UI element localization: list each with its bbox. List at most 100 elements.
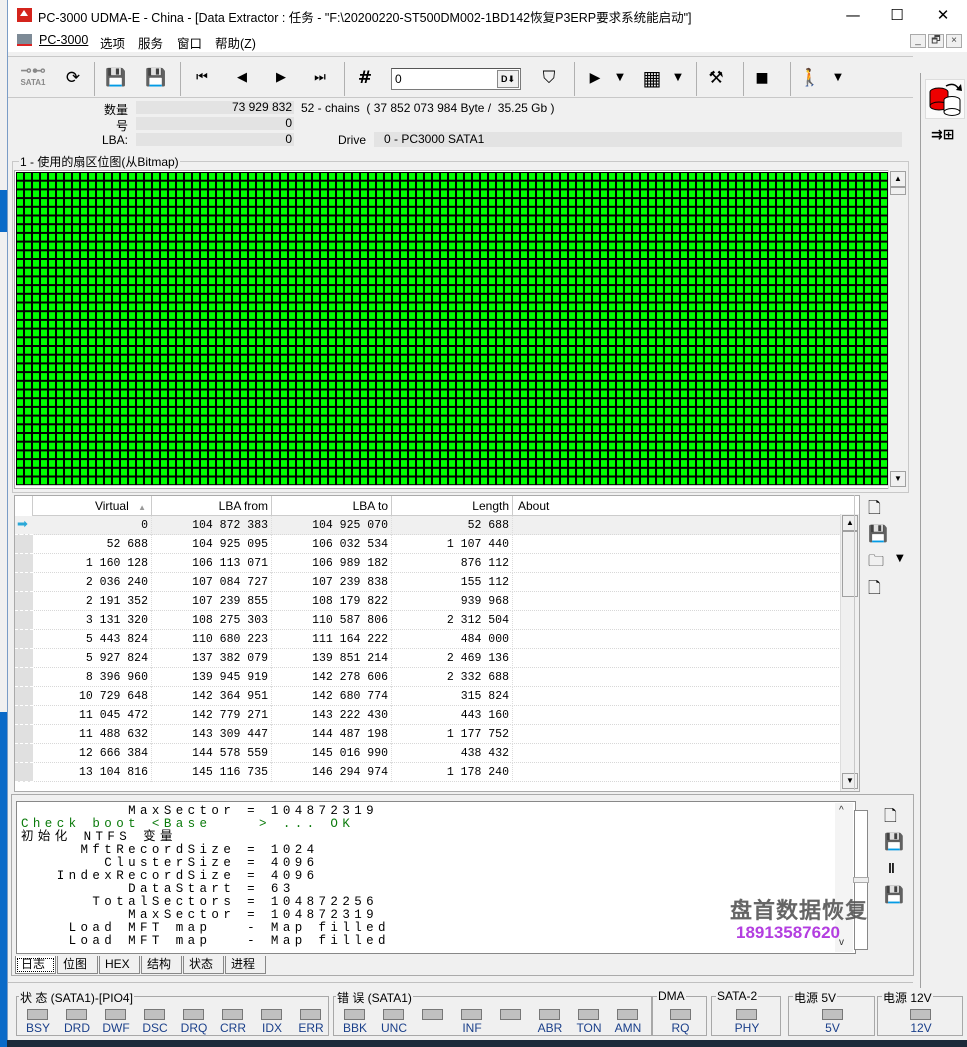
sector-input-field[interactable] [392,69,496,89]
tab-hex[interactable]: HEX [99,956,140,974]
col-virtual[interactable]: Virtual ▲ [33,496,152,516]
menu-help[interactable]: 帮助(Z) [215,33,256,52]
tools-icon[interactable]: ⚒ [704,63,728,93]
log-save-icon[interactable]: 💾 [884,832,904,852]
table-row[interactable]: 8 396 960 139 945 919 142 278 606 2 332 688 [15,668,859,687]
col-lba-to[interactable]: LBA to [272,496,392,516]
table-row[interactable]: 11 488 632 143 309 447 144 487 198 1 177 75… [15,725,859,744]
filter-icon[interactable]: ⛉ [536,63,562,93]
log-scroll-up[interactable]: ^ [839,805,844,816]
close-button[interactable]: ✕ [920,0,966,30]
exit-icon[interactable]: 🚶 [798,63,822,93]
refresh-icon[interactable]: ⟳ [61,63,85,93]
bitmap-cell [865,416,871,424]
bitmap-cell [521,207,527,215]
menu-options[interactable]: 选项 [100,33,125,52]
table-scroll-thumb[interactable] [842,531,858,597]
mdi-minimize-button[interactable]: _ [910,34,926,48]
save-export-icon[interactable]: 💾 [104,63,128,93]
bitmap-scroll-thumb[interactable] [890,187,906,195]
tab-process[interactable]: 进程 [225,956,266,974]
sector-input[interactable]: D⬇ [391,68,521,90]
grid-dropdown-icon[interactable]: ▼ [670,63,686,93]
open-dropdown-icon[interactable]: ▼ [896,553,904,564]
row-header[interactable] [15,706,33,725]
row-header[interactable] [15,554,33,573]
prev-icon[interactable]: ◀ [230,63,254,93]
row-header[interactable] [15,573,33,592]
log-export-icon[interactable]: 💾 [884,885,904,905]
col-about[interactable]: About [513,496,837,516]
new-document-icon[interactable]: 🗋 [868,577,881,604]
table-row[interactable]: 1 160 128 106 113 071 106 989 182 876 112 [15,554,859,573]
sata-connect-button[interactable]: ⊸⊷ SATA1 [17,62,49,88]
row-header[interactable] [15,668,33,687]
table-row[interactable]: ➡ 0 104 872 383 104 925 070 52 688 [15,516,859,535]
row-header[interactable] [15,744,33,763]
log-level-thumb[interactable] [853,877,869,883]
table-row[interactable]: 2 036 240 107 084 727 107 239 838 155 112 [15,573,859,592]
table-scrollbar[interactable]: ▲ ▼ [840,514,859,791]
table-scroll-up[interactable]: ▲ [842,515,858,531]
tab-structure[interactable]: 结构 [141,956,182,974]
table-row[interactable]: 5 443 824 110 680 223 111 164 222 484 000 [15,630,859,649]
table-scroll-down[interactable]: ▼ [842,773,858,789]
col-length[interactable]: Length [392,496,513,516]
row-header[interactable] [15,763,33,782]
play-icon[interactable]: ▶ [586,63,604,93]
maximize-button[interactable]: ☐ [874,0,920,30]
bitmap-cell [425,477,431,485]
sector-bitmap[interactable] [14,170,892,489]
mdi-restore-button[interactable]: 🗗 [928,34,944,48]
col-lba-from[interactable]: LBA from [152,496,272,516]
database-swap-button[interactable] [925,79,965,119]
log-pause-icon[interactable]: ‖ [888,860,895,876]
table-row[interactable]: 11 045 472 142 779 271 143 222 430 443 160 [15,706,859,725]
table-row[interactable]: 3 131 320 108 275 303 110 587 806 2 312 504 [15,611,859,630]
document-settings-icon[interactable]: 🗋 [868,497,881,524]
stop-icon[interactable]: ■ [752,63,772,93]
row-header[interactable] [15,630,33,649]
table-row[interactable]: 2 191 352 107 239 855 108 179 822 939 968 [15,592,859,611]
last-icon[interactable]: ⏭ [308,63,332,93]
play-dropdown-icon[interactable]: ▼ [612,63,628,93]
tab-log[interactable]: 日志 [15,956,56,974]
row-header[interactable]: ➡ [15,516,33,535]
mdi-system-icon[interactable] [17,34,32,46]
log-output[interactable]: MaxSector = 104872319 Check boot <Base > … [16,801,856,954]
table-row[interactable]: 52 688 104 925 095 106 032 534 1 107 440 [15,535,859,554]
log-level-slider[interactable] [853,810,869,950]
row-header[interactable] [15,687,33,706]
first-icon[interactable]: ⏮ [190,63,214,93]
minimize-button[interactable]: — [830,0,876,30]
grid-icon[interactable]: ▦ [640,63,664,93]
connector-settings-icon[interactable]: ⇉⊞ [931,127,954,143]
input-go-button[interactable]: D⬇ [497,70,519,88]
tab-bitmap[interactable]: 位图 [57,956,98,974]
row-header[interactable] [15,725,33,744]
log-settings-icon[interactable]: 🗋 [884,805,897,832]
menu-service[interactable]: 服务 [138,33,163,52]
save-import-icon[interactable]: 💾 [868,524,888,543]
row-header[interactable] [15,592,33,611]
goto-number-icon[interactable]: # [353,63,377,93]
save-import-icon[interactable]: 💾 [144,63,168,93]
table-row[interactable]: 13 104 816 145 116 735 146 294 974 1 178 24… [15,763,859,782]
bitmap-scroll-up[interactable]: ▲ [890,171,906,187]
row-header[interactable] [15,611,33,630]
table-row[interactable]: 12 666 384 144 578 559 145 016 990 438 432 [15,744,859,763]
row-header[interactable] [15,649,33,668]
table-row[interactable]: 10 729 648 142 364 951 142 680 774 315 824 [15,687,859,706]
table-row[interactable]: 5 927 824 137 382 079 139 851 214 2 469 136 [15,649,859,668]
menu-pc3000[interactable]: PC-3000 [39,33,88,47]
tab-status[interactable]: 状态 [183,956,224,974]
bitmap-scroll-down[interactable]: ▼ [890,471,906,487]
mdi-close-button[interactable]: × [946,34,962,48]
menu-window[interactable]: 窗口 [177,33,202,52]
bitmap-cell [825,242,831,250]
exit-dropdown-icon[interactable]: ▼ [830,63,846,93]
row-header[interactable] [15,535,33,554]
open-folder-icon[interactable]: 🗀 [868,550,884,577]
bitmap-scrollbar[interactable]: ▲ ▼ [888,170,907,489]
next-icon[interactable]: ▶ [269,63,293,93]
